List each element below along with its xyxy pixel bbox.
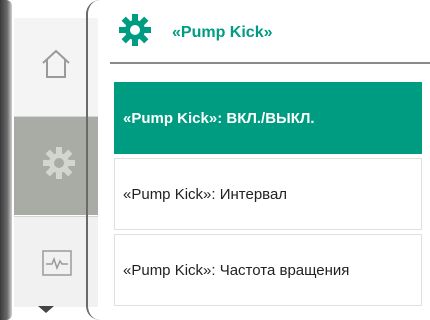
menu-next-item-peek	[114, 306, 424, 320]
gear-icon	[43, 147, 75, 179]
rail-divider-curve	[86, 0, 102, 320]
menu-item-label: «Pump Kick»: Частота вращения	[123, 261, 350, 279]
chevron-down-icon[interactable]	[38, 306, 54, 313]
device-screen: «Pump Kick» «Pump Kick»: ВКЛ./ВЫКЛ. «Pum…	[0, 0, 430, 320]
menu-item-label: «Pump Kick»: Интервал	[123, 185, 288, 203]
gear-icon	[119, 14, 151, 46]
menu-item-label: «Pump Kick»: ВКЛ./ВЫКЛ.	[123, 109, 315, 127]
pulse-icon	[42, 250, 72, 276]
rail-edge	[0, 0, 12, 320]
menu-item-on-off[interactable]: «Pump Kick»: ВКЛ./ВЫКЛ.	[114, 82, 422, 154]
home-icon	[42, 49, 70, 78]
page-header: «Pump Kick»	[110, 0, 430, 62]
side-rail	[0, 0, 110, 320]
menu-item-interval[interactable]: «Pump Kick»: Интервал	[114, 158, 422, 230]
menu-item-speed[interactable]: «Pump Kick»: Частота вращения	[114, 234, 422, 306]
page-title: «Pump Kick»	[172, 24, 273, 41]
header-divider	[110, 62, 430, 64]
